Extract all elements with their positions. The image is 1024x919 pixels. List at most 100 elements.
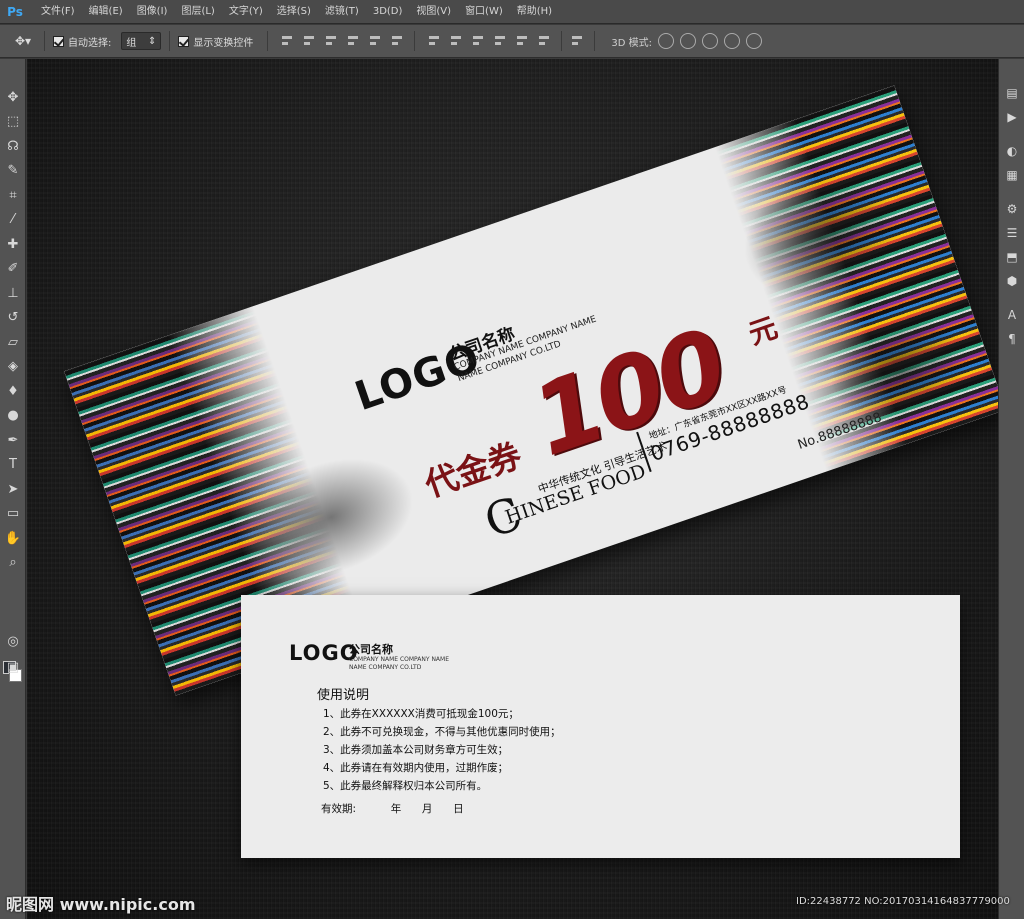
divider (414, 31, 416, 51)
hand-tool-icon[interactable]: ✋ (0, 526, 26, 551)
checkbox-checked-icon[interactable] (53, 35, 64, 47)
eyedropper-tool-icon[interactable]: ⁄ (0, 208, 26, 233)
crop-tool-icon[interactable]: ⌗ (0, 183, 26, 208)
actions-play-icon[interactable]: ▶ (999, 105, 1024, 129)
quick-mask-icon[interactable]: ◎ (0, 629, 26, 654)
character-panel-icon[interactable]: A (999, 303, 1024, 327)
scale-3d-icon[interactable] (746, 33, 762, 49)
paint-bucket-tool-icon[interactable]: ◈ (0, 355, 26, 380)
pen-tool-icon[interactable]: ✒ (0, 428, 26, 453)
dropdown-arrow-icon: ⇕ (147, 35, 157, 47)
toolbar-grip (0, 59, 25, 85)
distribute-vcenter-icon[interactable] (449, 33, 465, 49)
document-canvas[interactable]: LOGO 公司名称 COMPANY NAME COMPANY NAME NAME… (27, 59, 998, 919)
distribute-top-icon[interactable] (427, 33, 443, 49)
menu-edit[interactable]: 编辑(E) (82, 0, 130, 24)
show-transform-label: 显示变换控件 (193, 37, 254, 49)
options-bar: ✥▾ 自动选择: 组 ⇕ 显示变换控件 3D 模式: (0, 25, 1024, 58)
styles-panel-icon[interactable]: ☰ (999, 221, 1024, 245)
color-panel-icon[interactable]: ◐ (999, 139, 1024, 163)
roll-3d-icon[interactable] (680, 33, 696, 49)
swatches-panel-icon[interactable]: ▦ (999, 163, 1024, 187)
usage-instructions-heading: 使用说明 (317, 688, 370, 703)
drag-3d-icon[interactable] (702, 33, 718, 49)
rotate-3d-icon[interactable] (658, 33, 674, 49)
menu-help[interactable]: 帮助(H) (510, 0, 559, 24)
align-buttons (280, 33, 406, 49)
distribute-hcenter-icon[interactable] (515, 33, 531, 49)
align-right-icon[interactable] (390, 33, 406, 49)
shape-tool-icon[interactable]: ▭ (0, 502, 26, 527)
paragraph-panel-icon[interactable]: ¶ (999, 327, 1024, 351)
auto-select-checkbox[interactable]: 自动选择: (53, 34, 111, 49)
usage-rule: 3、此券须加盖本公司财务章方可生效； (323, 744, 509, 756)
brush-tool-icon[interactable]: ✐ (0, 257, 26, 282)
history-brush-tool-icon[interactable]: ↺ (0, 306, 26, 331)
blur-tool-icon[interactable]: ♦ (0, 379, 26, 404)
auto-align-icon[interactable] (570, 33, 586, 49)
quick-select-tool-icon[interactable]: ✎ (0, 159, 26, 184)
divider (267, 31, 269, 51)
align-bottom-icon[interactable] (324, 33, 340, 49)
path-selection-tool-icon[interactable]: ➤ (0, 477, 26, 502)
tools-panel: ✥ ⬚ ☊ ✎ ⌗ ⁄ ✚ ✐ ⊥ ↺ ▱ ◈ ♦ ● ✒ T ➤ ▭ ✋ ⌕ … (0, 59, 26, 919)
align-left-icon[interactable] (346, 33, 362, 49)
menu-window[interactable]: 窗口(W) (458, 0, 510, 24)
menu-image[interactable]: 图像(I) (130, 0, 175, 24)
right-dock: ▤ ▶ ◐ ▦ ⚙ ☰ ⬒ ⬢ A ¶ (998, 59, 1024, 919)
nipic-watermark: 昵图网 www.nipic.com (6, 895, 196, 914)
3d-panel-icon[interactable]: ⬢ (999, 269, 1024, 293)
zoom-tool-icon[interactable]: ⌕ (0, 551, 26, 576)
validity-year: 年 (390, 803, 402, 815)
show-transform-controls-checkbox[interactable]: 显示变换控件 (178, 34, 253, 49)
menu-select[interactable]: 选择(S) (270, 0, 318, 24)
usage-rule: 4、此券请在有效期内使用，过期作废； (323, 762, 509, 774)
menu-filter[interactable]: 滤镜(T) (318, 0, 366, 24)
usage-rule: 5、此券最终解释权归本公司所有。 (323, 780, 488, 792)
image-id-watermark: ID:22438772 NO:20170314164837779000 (796, 896, 1010, 907)
dodge-tool-icon[interactable]: ● (0, 404, 26, 429)
slide-3d-icon[interactable] (724, 33, 740, 49)
menu-view[interactable]: 视图(V) (409, 0, 458, 24)
channels-panel-icon[interactable]: ⬒ (999, 245, 1024, 269)
voucher-back: LOGO 公司名称 COMPANY NAME COMPANY NAME NAME… (241, 595, 960, 858)
type-tool-icon[interactable]: T (0, 453, 26, 478)
menu-bar: Ps 文件(F) 编辑(E) 图像(I) 图层(L) 文字(Y) 选择(S) 滤… (0, 0, 1024, 24)
divider (44, 31, 45, 51)
move-tool-icon[interactable]: ✥ (0, 85, 26, 110)
adjustments-panel-icon[interactable]: ⚙ (999, 197, 1024, 221)
auto-select-dropdown[interactable]: 组 ⇕ (121, 32, 162, 50)
menu-layer[interactable]: 图层(L) (174, 0, 221, 24)
menu-3d[interactable]: 3D(D) (366, 0, 410, 24)
menu-file[interactable]: 文件(F) (34, 0, 82, 24)
clone-stamp-tool-icon[interactable]: ⊥ (0, 281, 26, 306)
mode-3d-label: 3D 模式: (611, 37, 652, 49)
distribute-left-icon[interactable] (493, 33, 509, 49)
divider (169, 31, 171, 51)
checkbox-checked-icon[interactable] (178, 35, 190, 47)
align-vcenter-icon[interactable] (302, 33, 318, 49)
distribute-right-icon[interactable] (537, 33, 553, 49)
lasso-tool-icon[interactable]: ☊ (0, 134, 26, 159)
marquee-tool-icon[interactable]: ⬚ (0, 110, 26, 135)
back-company-en-2: NAME COMPANY CO.LTD (349, 664, 422, 671)
dock-grip (999, 59, 1024, 81)
distribute-bottom-icon[interactable] (471, 33, 487, 49)
history-panel-icon[interactable]: ▤ (999, 81, 1024, 105)
menu-type[interactable]: 文字(Y) (222, 0, 270, 24)
move-tool-preset-icon[interactable]: ✥▾ (10, 31, 36, 51)
distribute-buttons (427, 33, 553, 49)
align-top-icon[interactable] (280, 33, 296, 49)
healing-brush-tool-icon[interactable]: ✚ (0, 232, 26, 257)
usage-rule: 1、此券在XXXXXX消费可抵现金100元； (323, 708, 519, 720)
divider (594, 31, 596, 51)
eraser-tool-icon[interactable]: ▱ (0, 330, 26, 355)
auto-select-value: 组 (126, 37, 137, 49)
back-company-name: 公司名称 (349, 643, 393, 656)
back-company-en-1: COMPANY NAME COMPANY NAME (349, 656, 450, 663)
align-hcenter-icon[interactable] (368, 33, 384, 49)
screen-mode-icon[interactable]: ▣ (0, 655, 26, 680)
validity-line: 有效期: 年 月 日 (321, 801, 464, 816)
validity-day: 日 (453, 803, 464, 815)
